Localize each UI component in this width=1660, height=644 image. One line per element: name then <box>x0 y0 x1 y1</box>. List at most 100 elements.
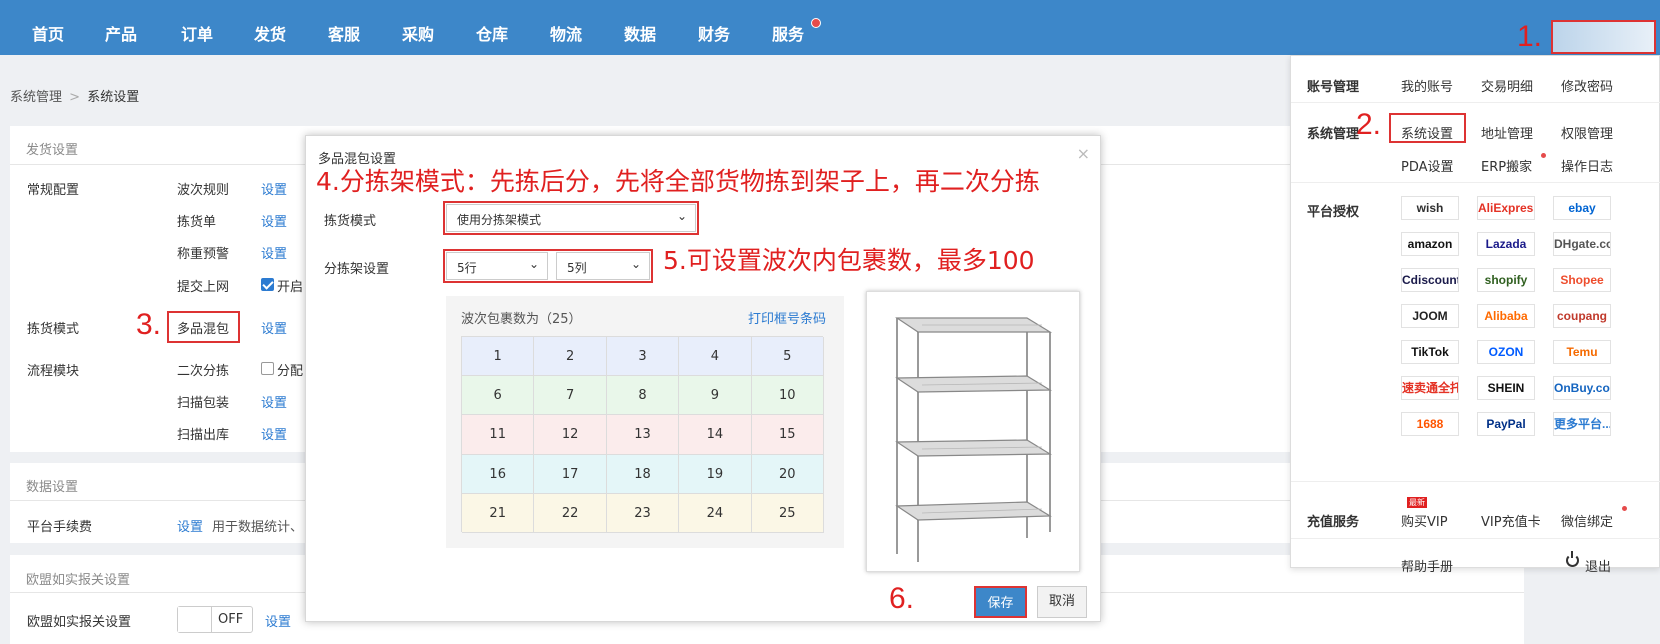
shelf-grid-cell: 21 <box>462 493 535 533</box>
secondary-sort-checkbox-label: 分配 <box>277 364 304 379</box>
shelf-grid-cell: 7 <box>534 376 607 416</box>
platform-fee-description: 用于数据统计、 <box>212 520 304 535</box>
buy-vip-item[interactable]: 购买VIP <box>1401 511 1448 530</box>
shelf-grid-cell: 2 <box>534 337 607 377</box>
step-6-marker: 6. <box>889 582 915 615</box>
shelf-image <box>866 291 1080 572</box>
nav-purchase[interactable]: 采购 <box>402 0 434 55</box>
shelf-grid-cell: 20 <box>751 454 824 494</box>
shelf-grid-cell: 19 <box>679 454 752 494</box>
submit-online-label: 提交上网 <box>177 280 230 295</box>
menu-divider <box>1291 182 1660 183</box>
nav-home[interactable]: 首页 <box>32 0 64 55</box>
address-management-item[interactable]: 地址管理 <box>1481 123 1533 142</box>
pick-mode-label: 拣货模式 <box>27 322 80 337</box>
wechat-new-dot <box>1622 506 1627 511</box>
scan-pack-label: 扫描包装 <box>177 396 230 411</box>
platform-shopify-button[interactable]: shopify <box>1477 268 1535 292</box>
nav-services[interactable]: 服务 <box>772 0 804 55</box>
platform-1688-button[interactable]: 1688 <box>1401 412 1459 436</box>
nav-shipping[interactable]: 发货 <box>254 0 286 55</box>
platform-more-platforms-button[interactable]: 速卖通全托管 <box>1401 376 1459 400</box>
shelf-grid-cell: 15 <box>751 415 824 455</box>
scan-pack-setting-link[interactable]: 设置 <box>261 392 287 411</box>
logout-item[interactable]: 退出 <box>1585 556 1611 575</box>
nav-data[interactable]: 数据 <box>624 0 656 55</box>
submit-online-checkbox-label: 开启 <box>277 280 304 295</box>
nav-logistics[interactable]: 物流 <box>550 0 582 55</box>
cancel-button[interactable]: 取消 <box>1037 586 1087 618</box>
platform-coupang-button[interactable]: coupang <box>1553 304 1611 328</box>
pick-mode-value: 多品混包 <box>177 322 230 337</box>
nav-products[interactable]: 产品 <box>105 0 137 55</box>
erp-migration-item[interactable]: ERP搬家 <box>1481 156 1532 175</box>
new-badge: 最新 <box>1407 497 1427 508</box>
shelf-grid-cell: 23 <box>606 493 680 533</box>
platform-fee-label: 平台手续费 <box>27 520 93 535</box>
platform-wish-button[interactable]: wish <box>1401 196 1459 220</box>
picklist-label: 拣货单 <box>177 215 217 230</box>
print-box-barcode-link[interactable]: 打印框号条码 <box>748 308 826 327</box>
platform-cdiscount-button[interactable]: Cdiscount <box>1401 268 1459 292</box>
platform-amazon-button[interactable]: amazon <box>1401 232 1459 256</box>
notification-dot <box>811 18 821 28</box>
platform-alibaba-button[interactable]: Alibaba <box>1477 304 1535 328</box>
permission-management-item[interactable]: 权限管理 <box>1561 123 1613 142</box>
nav-finance[interactable]: 财务 <box>698 0 730 55</box>
system-settings-item[interactable]: 系统设置 <box>1401 123 1453 142</box>
platform-tiktok-button[interactable]: TikTok <box>1401 340 1459 364</box>
annotation-step-4: 4.分拣架模式：先拣后分，先将全部货物拣到架子上，再二次分拣 <box>316 167 1040 196</box>
step-3-marker: 3. <box>136 308 162 341</box>
breadcrumb-parent[interactable]: 系统管理 <box>10 90 62 105</box>
platform-lazada-button[interactable]: Lazada <box>1477 232 1535 256</box>
platform-shopee-button[interactable]: Shopee <box>1553 268 1611 292</box>
shelf-grid-cell: 25 <box>751 493 824 533</box>
vip-card-item[interactable]: VIP充值卡 <box>1481 511 1541 530</box>
platform-ebay-button[interactable]: ebay <box>1553 196 1611 220</box>
eu-declaration-label: 欧盟如实报关设置 <box>27 615 132 630</box>
transactions-item[interactable]: 交易明细 <box>1481 76 1533 95</box>
platform-fee-setting-link[interactable]: 设置 <box>177 516 203 535</box>
operation-log-item[interactable]: 操作日志 <box>1561 156 1613 175</box>
close-icon[interactable]: × <box>1077 144 1090 163</box>
ship-settings-title: 发货设置 <box>26 143 79 158</box>
secondary-sort-checkbox[interactable] <box>261 362 274 375</box>
erp-new-dot <box>1541 153 1546 158</box>
scan-out-setting-link[interactable]: 设置 <box>261 424 287 443</box>
flow-module-label: 流程模块 <box>27 364 80 379</box>
mixed-pack-settings-dialog: 多品混包设置 × 4.分拣架模式：先拣后分，先将全部货物拣到架子上，再二次分拣 … <box>305 135 1101 622</box>
wave-rule-label: 波次规则 <box>177 183 230 198</box>
pick-mode-setting-link[interactable]: 设置 <box>261 318 287 337</box>
eu-declaration-setting-link[interactable]: 设置 <box>265 611 291 630</box>
wire-shelf-illustration <box>895 317 1053 562</box>
platform-ozon-button[interactable]: OZON <box>1477 340 1535 364</box>
change-password-item[interactable]: 修改密码 <box>1561 76 1613 95</box>
wechat-bind-item[interactable]: 微信绑定 <box>1561 511 1613 530</box>
picklist-setting-link[interactable]: 设置 <box>261 211 287 230</box>
power-icon <box>1566 551 1579 567</box>
platform-paypal-button[interactable]: PayPal <box>1477 412 1535 436</box>
platform-joom-button[interactable]: JOOM <box>1401 304 1459 328</box>
help-manual-item[interactable]: 帮助手册 <box>1401 556 1453 575</box>
scan-out-label: 扫描出库 <box>177 428 230 443</box>
user-avatar-button[interactable] <box>1551 20 1656 54</box>
platform-more-platforms-button[interactable]: 更多平台... <box>1553 412 1611 436</box>
wave-rule-setting-link[interactable]: 设置 <box>261 179 287 198</box>
shelf-grid-cell: 3 <box>606 337 680 377</box>
platform-temu-button[interactable]: Temu <box>1553 340 1611 364</box>
nav-orders[interactable]: 订单 <box>181 0 213 55</box>
save-button[interactable]: 保存 <box>974 586 1027 618</box>
my-account-item[interactable]: 我的账号 <box>1401 76 1453 95</box>
platform-aliexpress-button[interactable]: AliExpress <box>1477 196 1535 220</box>
submit-online-checkbox[interactable] <box>261 278 274 291</box>
platform-dhgate-com-button[interactable]: DHgate.com <box>1553 232 1611 256</box>
weight-alert-setting-link[interactable]: 设置 <box>261 243 287 262</box>
general-config-label: 常规配置 <box>27 183 80 198</box>
nav-warehouse[interactable]: 仓库 <box>476 0 508 55</box>
platform-onbuy-com-button[interactable]: OnBuy.com <box>1553 376 1611 400</box>
nav-service[interactable]: 客服 <box>328 0 360 55</box>
pda-settings-item[interactable]: PDA设置 <box>1401 156 1454 175</box>
secondary-sort-label: 二次分拣 <box>177 364 230 379</box>
platform-shein-button[interactable]: SHEIN <box>1477 376 1535 400</box>
eu-declaration-toggle[interactable]: OFF <box>177 606 253 633</box>
